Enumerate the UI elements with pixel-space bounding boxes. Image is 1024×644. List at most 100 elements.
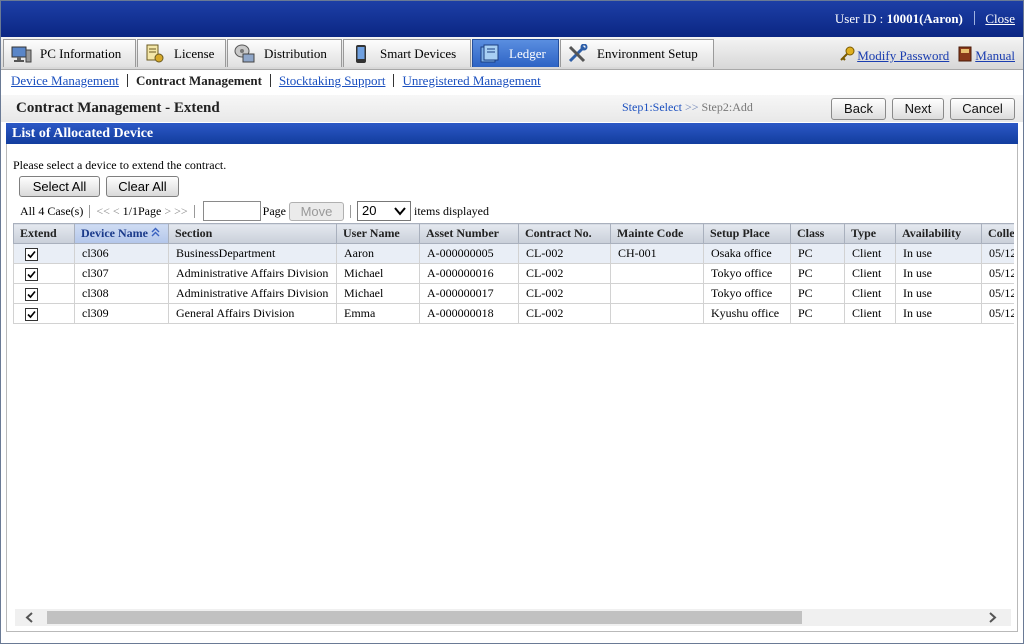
colle-cell: 05/12 (981, 263, 1014, 284)
checkmark-icon (27, 270, 36, 278)
tab-label: Environment Setup (597, 45, 698, 61)
smartphone-icon (350, 44, 372, 64)
col-class[interactable]: Class (790, 223, 845, 244)
scrollbar-thumb[interactable] (47, 611, 802, 624)
tab-pc-information[interactable]: PC Information (3, 39, 136, 67)
select-all-button[interactable]: Select All (19, 176, 100, 197)
class-cell: PC (790, 283, 845, 304)
subnav-device-management[interactable]: Device Management (11, 73, 119, 88)
col-setup-place[interactable]: Setup Place (703, 223, 791, 244)
step-2: Step2:Add (701, 100, 753, 114)
first-page-link[interactable]: << (96, 204, 110, 219)
checkmark-icon (27, 290, 36, 298)
items-per-page-select[interactable]: 20 (356, 201, 411, 221)
case-count: All 4 Case(s) (20, 203, 84, 218)
extend-checkbox[interactable] (25, 247, 38, 261)
title-row: Contract Management - Extend Step1:Selec… (1, 95, 1023, 122)
colle-cell: 05/12 (981, 243, 1014, 264)
setup-place-cell: Tokyo office (703, 283, 791, 304)
ledger-icon (479, 44, 501, 64)
table-row[interactable]: cl306 BusinessDepartment Aaron A-0000000… (13, 243, 1014, 264)
device-name-cell: cl306 (74, 243, 169, 264)
extend-cell (13, 303, 75, 324)
col-colle[interactable]: Colle (981, 223, 1014, 244)
asset-number-cell: A-000000005 (419, 243, 519, 264)
pager-divider (193, 204, 195, 218)
manual-link[interactable]: Manual (975, 48, 1015, 64)
contract-no-cell: CL-002 (518, 243, 611, 264)
modify-password-link[interactable]: Modify Password (857, 48, 949, 64)
cancel-button[interactable]: Cancel (950, 98, 1015, 120)
clear-all-button[interactable]: Clear All (106, 176, 179, 197)
app-window: User ID : 10001(Aaron) Close PC Informat… (0, 0, 1024, 644)
tab-environment-setup[interactable]: Environment Setup (560, 39, 714, 67)
sort-ascending-icon (151, 227, 160, 237)
back-button[interactable]: Back (831, 98, 886, 120)
col-contract-no[interactable]: Contract No. (518, 223, 611, 244)
tab-smart-devices[interactable]: Smart Devices (343, 39, 471, 67)
col-user-name[interactable]: User Name (336, 223, 420, 244)
asset-number-cell: A-000000016 (419, 263, 519, 284)
next-button[interactable]: Next (892, 98, 944, 120)
col-extend[interactable]: Extend (13, 223, 75, 244)
extend-cell (13, 263, 75, 284)
scroll-right-icon[interactable] (986, 612, 997, 623)
contract-no-cell: CL-002 (518, 283, 611, 304)
step-1: Step1:Select (622, 100, 682, 114)
extend-checkbox[interactable] (25, 267, 38, 281)
availability-cell: In use (895, 243, 982, 264)
col-device-name[interactable]: Device Name (74, 223, 169, 244)
move-button[interactable]: Move (288, 201, 344, 221)
setup-place-cell: Osaka office (703, 243, 791, 264)
pager: All 4 Case(s) << < 1/1Page > >> Page Mov… (20, 200, 489, 222)
tab-license[interactable]: License (137, 39, 226, 67)
utility-links: Modify Password Manual (839, 46, 1015, 66)
contract-no-cell: CL-002 (518, 303, 611, 324)
extend-cell (13, 243, 75, 264)
tools-icon (567, 43, 589, 64)
extend-cell (13, 283, 75, 304)
table-row[interactable]: cl307 Administrative Affairs Division Mi… (13, 263, 1014, 284)
page-label: Page (262, 203, 286, 218)
class-cell: PC (790, 243, 845, 264)
col-availability[interactable]: Availability (895, 223, 982, 244)
type-cell: Client (844, 283, 896, 304)
extend-checkbox[interactable] (25, 307, 38, 321)
extend-checkbox[interactable] (25, 287, 38, 301)
license-icon (144, 44, 166, 64)
tab-distribution[interactable]: Distribution (227, 39, 342, 67)
prev-page-link[interactable]: < (113, 204, 120, 219)
mainte-code-cell: CH-001 (610, 243, 704, 264)
scroll-left-icon[interactable] (25, 612, 36, 623)
page-number-input[interactable] (202, 201, 261, 221)
setup-place-cell: Tokyo office (703, 263, 791, 284)
next-page-link[interactable]: > (164, 204, 171, 219)
close-link[interactable]: Close (985, 11, 1015, 26)
col-asset-number[interactable]: Asset Number (419, 223, 519, 244)
subnav-stocktaking-support[interactable]: Stocktaking Support (279, 73, 386, 88)
asset-number-cell: A-000000018 (419, 303, 519, 324)
section-cell: BusinessDepartment (168, 243, 337, 264)
mainte-code-cell (610, 303, 704, 324)
subnav-unregistered-management[interactable]: Unregistered Management (402, 73, 540, 88)
pager-divider (89, 204, 91, 218)
asset-number-cell: A-000000017 (419, 283, 519, 304)
col-section[interactable]: Section (168, 223, 337, 244)
subnav-divider (269, 74, 271, 87)
mainte-code-cell (610, 283, 704, 304)
checkmark-icon (27, 310, 36, 318)
section-cell: Administrative Affairs Division (168, 263, 337, 284)
user-name-cell: Michael (336, 283, 420, 304)
table-row[interactable]: cl309 General Affairs Division Emma A-00… (13, 303, 1014, 324)
tab-ledger[interactable]: Ledger (472, 39, 559, 67)
table-row[interactable]: cl308 Administrative Affairs Division Mi… (13, 283, 1014, 304)
last-page-link[interactable]: >> (174, 204, 188, 219)
user-name-cell: Emma (336, 303, 420, 324)
chevron-down-icon (394, 207, 406, 216)
col-mainte-code[interactable]: Mainte Code (610, 223, 704, 244)
colle-cell: 05/12 (981, 283, 1014, 304)
horizontal-scrollbar[interactable] (15, 609, 1011, 626)
availability-cell: In use (895, 283, 982, 304)
type-cell: Client (844, 263, 896, 284)
col-type[interactable]: Type (844, 223, 896, 244)
